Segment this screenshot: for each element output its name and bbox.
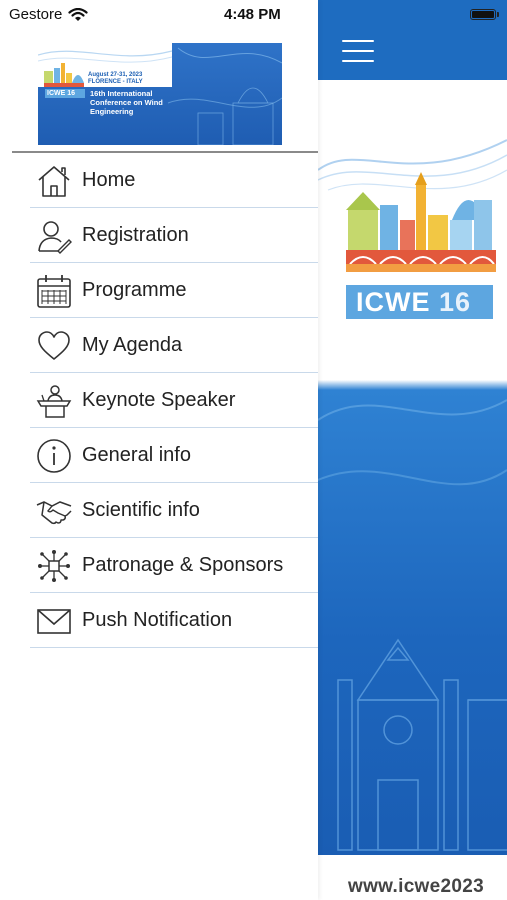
home-icon	[36, 163, 72, 199]
menu-label: Programme	[82, 279, 187, 301]
icwe-badge: ICWE 16	[346, 285, 493, 319]
menu-item-my-agenda[interactable]: My Agenda	[30, 318, 318, 373]
menu-label: General info	[82, 444, 191, 466]
icwe-badge-text: ICWE	[356, 287, 431, 317]
florence-skyline-illustration	[318, 139, 507, 851]
navigation-drawer: Gestore 4:48 PM August 27-31, 2023 FLORE…	[0, 0, 318, 900]
hamburger-menu-icon[interactable]	[342, 40, 374, 64]
footer-url[interactable]: www.icwe2023	[348, 876, 484, 898]
status-time: 4:48 PM	[224, 6, 281, 23]
drawer-menu: Home Registration Programme My Agenda Ke…	[30, 153, 318, 648]
heart-icon	[36, 328, 72, 364]
calendar-icon	[36, 273, 72, 309]
menu-item-registration[interactable]: Registration	[30, 208, 318, 263]
user-pen-icon	[36, 218, 72, 254]
banner-title: 16th International Conference on Wind En…	[90, 89, 163, 116]
envelope-icon	[36, 603, 72, 639]
menu-label: My Agenda	[82, 334, 183, 356]
icwe-badge-number: 16	[439, 287, 472, 317]
menu-label: Home	[82, 169, 136, 191]
menu-label: Push Notification	[82, 609, 233, 631]
network-icon	[36, 548, 72, 584]
menu-item-programme[interactable]: Programme	[30, 263, 318, 318]
carrier-name: Gestore	[9, 6, 63, 23]
banner-date: August 27-31, 2023	[88, 72, 143, 78]
menu-label: Scientific info	[82, 499, 200, 521]
menu-item-patronage-sponsors[interactable]: Patronage & Sponsors	[30, 538, 318, 593]
conference-banner: August 27-31, 2023 FLORENCE - ITALY ICWE…	[38, 43, 282, 145]
info-icon	[36, 438, 72, 474]
menu-item-home[interactable]: Home	[30, 153, 318, 208]
handshake-icon	[36, 493, 72, 529]
wifi-icon	[68, 7, 88, 21]
menu-item-push-notification[interactable]: Push Notification	[30, 593, 318, 648]
banner-location: FLORENCE - ITALY	[88, 79, 143, 85]
battery-cap	[497, 12, 499, 17]
menu-item-general-info[interactable]: General info	[30, 428, 318, 483]
status-bar-left: Gestore	[9, 6, 88, 23]
background-app-screen: ICWE 16 www.icwe2023	[318, 0, 507, 900]
menu-label: Registration	[82, 224, 189, 246]
menu-item-scientific-info[interactable]: Scientific info	[30, 483, 318, 538]
battery-icon	[470, 9, 496, 20]
banner-badge: ICWE 16	[45, 89, 85, 98]
speaker-podium-icon	[36, 383, 72, 419]
menu-label: Keynote Speaker	[82, 389, 236, 411]
menu-label: Patronage & Sponsors	[82, 554, 284, 576]
menu-item-keynote-speaker[interactable]: Keynote Speaker	[30, 373, 318, 428]
